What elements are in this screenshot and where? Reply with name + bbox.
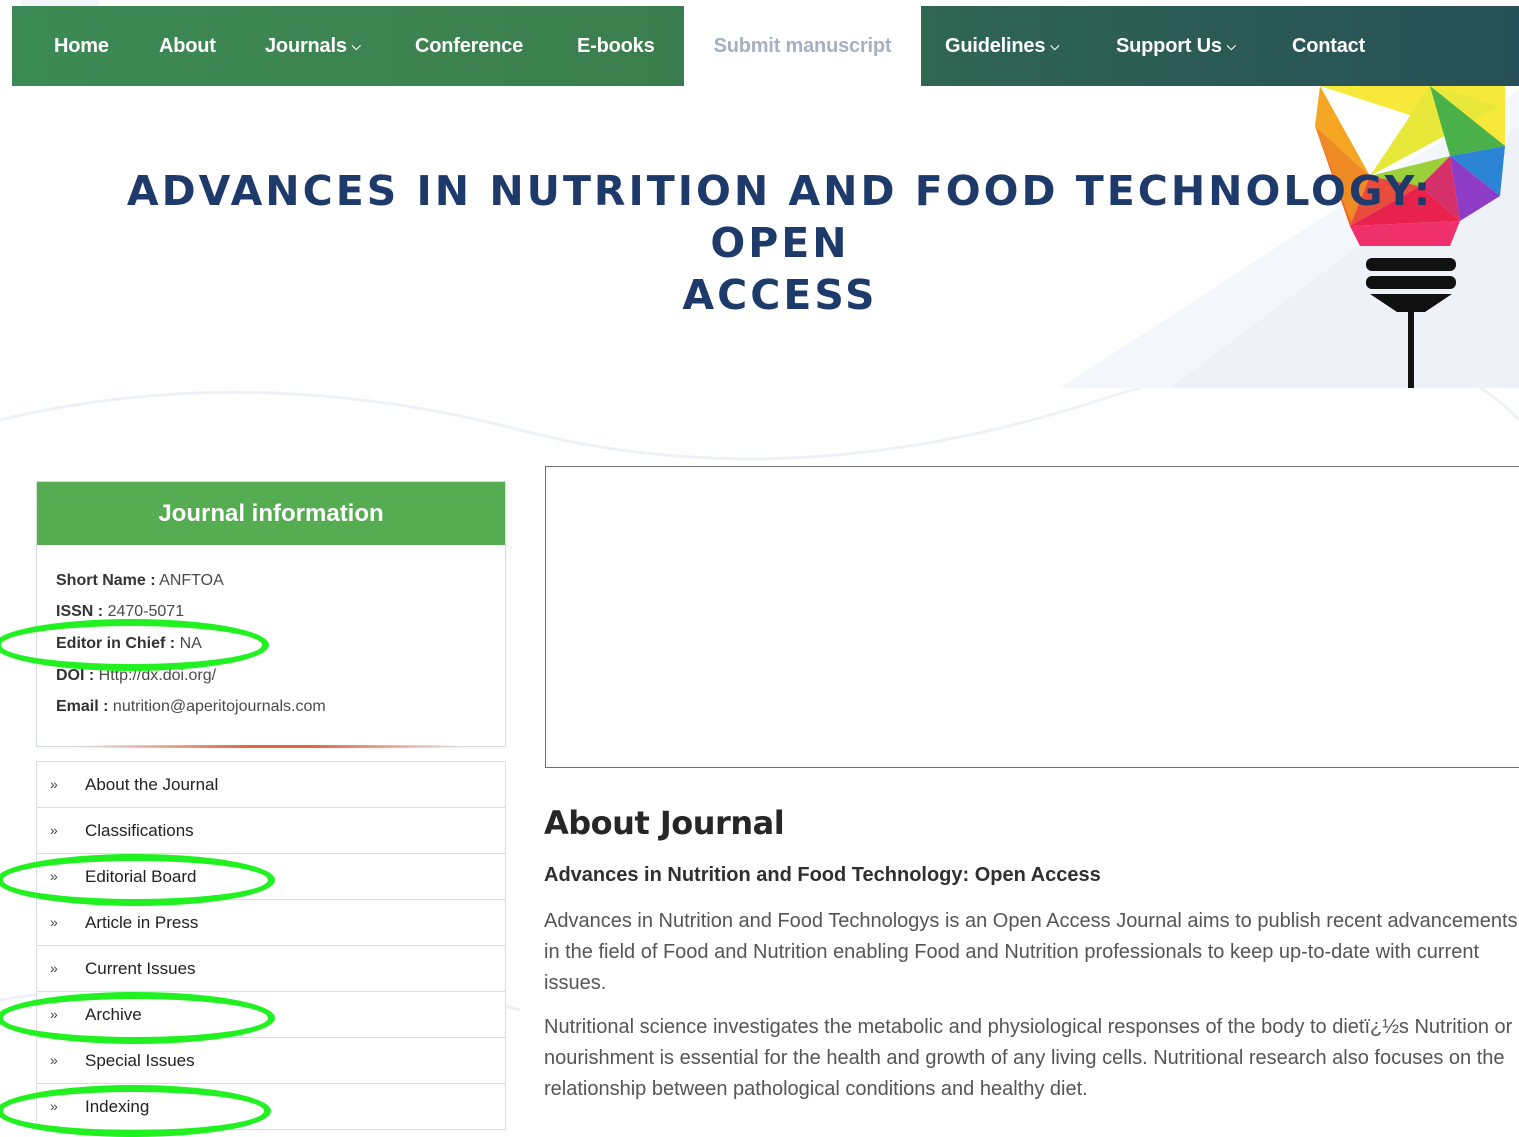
short-name-row: Short Name : ANFTOA bbox=[56, 572, 224, 590]
nav-submit-label: Submit manuscript bbox=[713, 35, 892, 57]
editor-in-chief-row: Editor in Chief : NA bbox=[56, 635, 202, 653]
double-chevron-right-icon: » bbox=[50, 776, 58, 792]
nav-home-label: Home bbox=[54, 35, 109, 57]
nav-about[interactable]: About bbox=[159, 6, 216, 86]
double-chevron-right-icon: » bbox=[50, 1006, 58, 1022]
menu-item-label: About the Journal bbox=[85, 775, 219, 794]
journal-info-panel: Journal information Short Name : ANFTOA … bbox=[36, 481, 506, 748]
about-paragraph-1: Advances in Nutrition and Food Technolog… bbox=[544, 910, 1518, 994]
menu-item-label: Article in Press bbox=[85, 913, 199, 932]
short-name-label: Short Name : bbox=[56, 572, 156, 589]
nav-contact[interactable]: Contact bbox=[1292, 6, 1365, 86]
menu-article-in-press[interactable]: » Article in Press bbox=[37, 900, 505, 946]
double-chevron-right-icon: » bbox=[50, 914, 58, 930]
nav-conference-label: Conference bbox=[415, 35, 524, 57]
nav-journals-label: Journals bbox=[265, 35, 347, 57]
menu-editorial-board[interactable]: » Editorial Board bbox=[37, 854, 505, 900]
nav-guidelines-label: Guidelines bbox=[945, 35, 1046, 57]
doi-row: DOI : Http://dx.doi.org/ bbox=[56, 667, 216, 685]
about-journal-heading: About Journal bbox=[544, 804, 785, 842]
menu-item-label: Current Issues bbox=[85, 959, 196, 978]
chevron-down-icon: ⌵ bbox=[1050, 39, 1060, 53]
doi-link[interactable]: Http://dx.doi.org/ bbox=[99, 667, 216, 684]
email-link[interactable]: nutrition@aperitojournals.com bbox=[113, 698, 326, 715]
menu-classifications[interactable]: » Classifications bbox=[37, 808, 505, 854]
journal-side-menu: » About the Journal » Classifications » Edi… bbox=[36, 761, 506, 1130]
menu-item-label: Classifications bbox=[85, 821, 194, 840]
issn-value: 2470-5071 bbox=[107, 603, 185, 620]
nav-guidelines[interactable]: Guidelines ⌵ bbox=[945, 6, 1059, 86]
main-navbar: Home About Journals ⌵ Conference E-books … bbox=[12, 6, 1519, 86]
double-chevron-right-icon: » bbox=[50, 1052, 58, 1068]
short-name-value: ANFTOA bbox=[159, 572, 224, 589]
chevron-down-icon: ⌵ bbox=[1226, 39, 1236, 53]
double-chevron-right-icon: » bbox=[50, 960, 58, 976]
menu-item-label: Editorial Board bbox=[85, 867, 197, 886]
editor-in-chief-value: NA bbox=[179, 635, 202, 652]
issn-row: ISSN : 2470-5071 bbox=[56, 603, 184, 621]
menu-special-issues[interactable]: » Special Issues bbox=[37, 1038, 505, 1084]
nav-about-label: About bbox=[159, 35, 216, 57]
journal-title-line2: ACCESS bbox=[682, 271, 878, 319]
nav-journals[interactable]: Journals ⌵ bbox=[265, 6, 361, 86]
email-row: Email : nutrition@aperitojournals.com bbox=[56, 698, 326, 716]
double-chevron-right-icon: » bbox=[50, 868, 58, 884]
nav-ebooks[interactable]: E-books bbox=[577, 6, 655, 86]
about-journal-subheading: Advances in Nutrition and Food Technolog… bbox=[544, 864, 1101, 886]
chevron-down-icon: ⌵ bbox=[351, 39, 361, 53]
nav-home[interactable]: Home bbox=[54, 6, 109, 86]
nav-support-us[interactable]: Support Us ⌵ bbox=[1116, 6, 1236, 86]
embedded-media-frame[interactable] bbox=[545, 466, 1519, 768]
menu-indexing[interactable]: » Indexing bbox=[37, 1084, 505, 1130]
doi-label: DOI : bbox=[56, 667, 95, 684]
nav-ebooks-label: E-books bbox=[577, 35, 655, 57]
menu-item-label: Archive bbox=[85, 1005, 142, 1024]
journal-title-line1: ADVANCES IN NUTRITION AND FOOD TECHNOLOG… bbox=[126, 167, 1434, 267]
nav-submit-manuscript[interactable]: Submit manuscript bbox=[684, 6, 921, 86]
nav-contact-label: Contact bbox=[1292, 35, 1366, 57]
about-paragraph-2: Nutritional science investigates the met… bbox=[544, 1016, 1513, 1100]
email-label: Email : bbox=[56, 698, 109, 715]
nav-support-label: Support Us bbox=[1116, 35, 1222, 57]
journal-title: ADVANCES IN NUTRITION AND FOOD TECHNOLOG… bbox=[60, 165, 1500, 321]
menu-about-the-journal[interactable]: » About the Journal bbox=[37, 762, 505, 808]
menu-item-label: Special Issues bbox=[85, 1051, 195, 1070]
journal-info-heading: Journal information bbox=[37, 482, 505, 545]
menu-current-issues[interactable]: » Current Issues bbox=[37, 946, 505, 992]
accent-underline bbox=[77, 745, 465, 748]
double-chevron-right-icon: » bbox=[50, 1098, 58, 1114]
menu-archive[interactable]: » Archive bbox=[37, 992, 505, 1038]
issn-label: ISSN : bbox=[56, 603, 104, 620]
menu-item-label: Indexing bbox=[85, 1097, 150, 1116]
double-chevron-right-icon: » bbox=[50, 822, 58, 838]
editor-in-chief-label: Editor in Chief : bbox=[56, 635, 176, 652]
nav-conference[interactable]: Conference bbox=[415, 6, 523, 86]
